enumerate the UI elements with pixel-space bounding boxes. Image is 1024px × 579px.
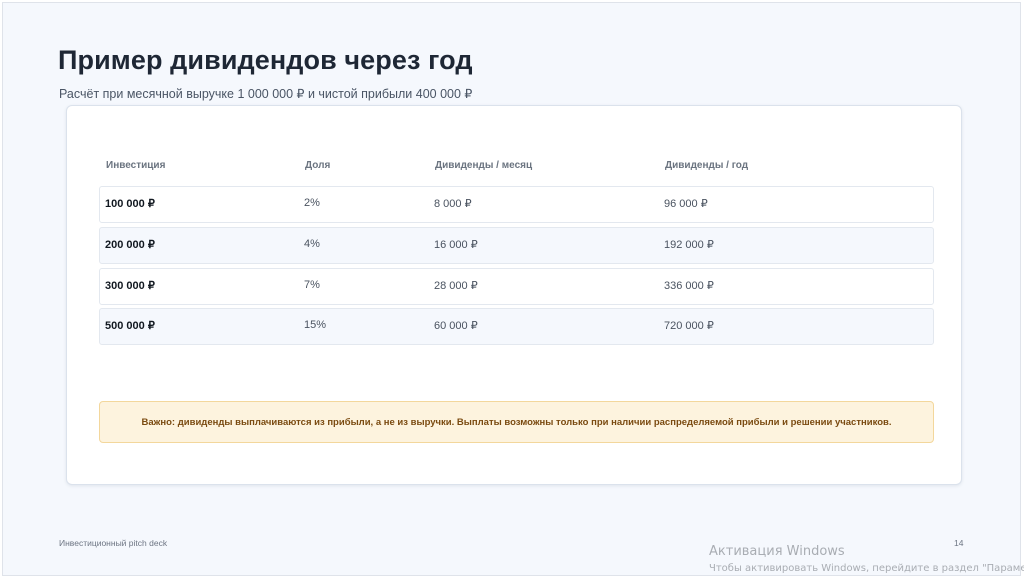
cell-share: 7% (304, 279, 320, 291)
cell-dividends-month: 8 000 ₽ (434, 198, 472, 210)
table-row: 200 000 ₽ 4% 16 000 ₽ 192 000 ₽ (99, 227, 934, 264)
cell-dividends-year: 192 000 ₽ (664, 239, 714, 251)
header-dividends-year: Дивиденды / год (665, 160, 749, 171)
dividends-notice: Важно: дивиденды выплачиваются из прибыл… (99, 401, 934, 443)
cell-share: 15% (304, 319, 327, 331)
table-row: 300 000 ₽ 7% 28 000 ₽ 336 000 ₽ (99, 268, 934, 305)
cell-share: 4% (304, 238, 320, 250)
table-header: Инвестиция Доля Дивиденды / месяц Дивиде… (103, 156, 933, 176)
cell-investment: 100 000 ₽ (105, 198, 155, 210)
cell-dividends-month: 16 000 ₽ (434, 239, 478, 251)
cell-investment: 200 000 ₽ (105, 239, 155, 251)
table-row: 500 000 ₽ 15% 60 000 ₽ 720 000 ₽ (99, 308, 934, 345)
watermark-subtitle: Чтобы активировать Windows, перейдите в … (709, 563, 1024, 574)
windows-activation-watermark: Активация Windows Чтобы активировать Win… (709, 543, 1024, 576)
slide: Пример дивидендов через год Расчёт при м… (2, 2, 1021, 576)
slide-subtitle: Расчёт при месячной выручке 1 000 000 ₽ … (59, 87, 473, 101)
cell-dividends-month: 28 000 ₽ (434, 280, 478, 292)
cell-investment: 500 000 ₽ (105, 320, 155, 332)
cell-dividends-year: 336 000 ₽ (664, 280, 714, 292)
header-dividends-month: Дивиденды / месяц (435, 160, 533, 171)
cell-investment: 300 000 ₽ (105, 280, 155, 292)
cell-dividends-month: 60 000 ₽ (434, 320, 478, 332)
dividends-card: Инвестиция Доля Дивиденды / месяц Дивиде… (66, 105, 962, 485)
footer-label: Инвестиционный pitch deck (59, 538, 168, 548)
header-share: Доля (305, 160, 331, 171)
slide-title: Пример дивидендов через год (58, 45, 473, 75)
table-row: 100 000 ₽ 2% 8 000 ₽ 96 000 ₽ (99, 186, 934, 223)
cell-share: 2% (304, 197, 320, 209)
watermark-title: Активация Windows (709, 544, 845, 559)
cell-dividends-year: 720 000 ₽ (664, 320, 714, 332)
header-investment: Инвестиция (106, 160, 166, 171)
cell-dividends-year: 96 000 ₽ (664, 198, 708, 210)
